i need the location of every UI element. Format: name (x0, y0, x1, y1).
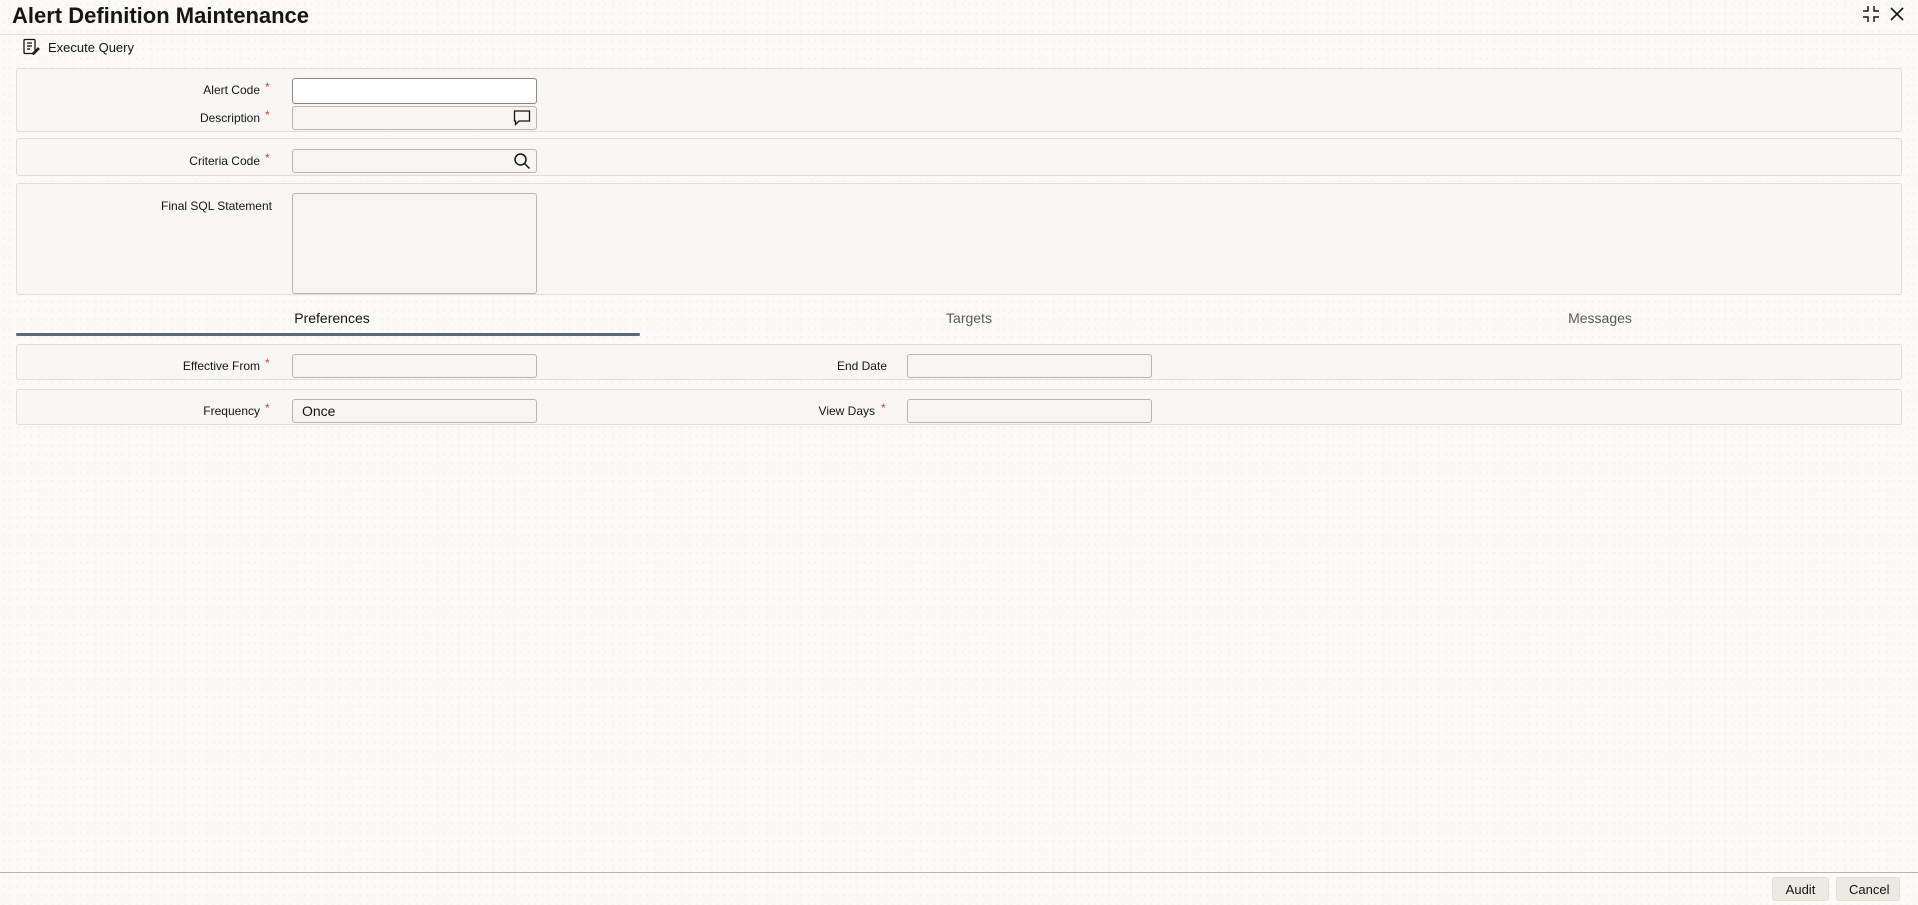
required-marker: * (265, 401, 270, 415)
description-input[interactable] (292, 106, 537, 130)
comment-icon[interactable] (513, 109, 531, 131)
window-controls (1862, 5, 1906, 23)
final-sql-textarea[interactable] (292, 193, 537, 294)
execute-query-button[interactable]: Execute Query (22, 38, 134, 56)
tab-messages[interactable]: Messages (1288, 308, 1912, 328)
required-marker: * (265, 80, 270, 94)
frequency-label: Frequency (203, 404, 260, 418)
search-icon[interactable] (513, 152, 531, 175)
query-document-icon (22, 38, 40, 56)
execute-query-label: Execute Query (48, 39, 134, 55)
close-icon[interactable] (1888, 5, 1906, 23)
footer-divider (0, 872, 1918, 873)
final-sql-label: Final SQL Statement (161, 199, 272, 213)
required-marker: * (881, 401, 886, 415)
view-days-label: View Days (818, 404, 875, 418)
audit-button[interactable]: Audit (1772, 877, 1829, 901)
required-marker: * (265, 151, 270, 165)
tab-targets[interactable]: Targets (657, 308, 1281, 328)
criteria-code-input[interactable] (292, 149, 537, 173)
alert-code-label: Alert Code (203, 83, 260, 97)
effective-from-label: Effective From (182, 359, 260, 373)
effective-from-input[interactable] (292, 354, 537, 378)
page-title: Alert Definition Maintenance (12, 3, 310, 28)
title-divider (0, 34, 1918, 35)
alert-code-input[interactable] (292, 78, 537, 104)
frequency-input[interactable] (292, 399, 537, 423)
collapse-icon[interactable] (1862, 5, 1880, 23)
end-date-label: End Date (836, 359, 887, 373)
selected-tab-indicator (16, 333, 640, 336)
criteria-code-label: Criteria Code (189, 154, 260, 168)
cancel-button[interactable]: Cancel (1836, 877, 1900, 901)
required-marker: * (265, 108, 270, 122)
description-label: Description (199, 111, 260, 125)
required-marker: * (265, 356, 270, 370)
end-date-input[interactable] (907, 354, 1152, 378)
view-days-input[interactable] (907, 399, 1152, 423)
tab-preferences[interactable]: Preferences (20, 308, 644, 328)
